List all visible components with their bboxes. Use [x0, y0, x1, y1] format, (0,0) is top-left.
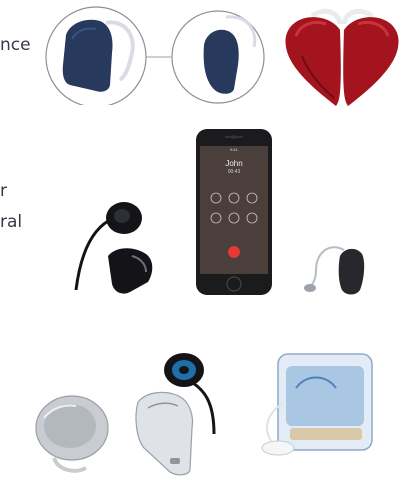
hearing-aid-comparison	[36, 5, 266, 105]
caller-name: John	[225, 159, 243, 168]
clear-implant-disc	[24, 388, 122, 478]
smartphone: John 00:43 9:41	[195, 128, 273, 296]
row1-caption-fragment: nce	[0, 35, 31, 55]
call-timer: 00:43	[227, 169, 241, 175]
cochlear-sound-processor	[70, 198, 158, 298]
storage-case-with-charger	[256, 344, 378, 462]
row2-caption-fragment-b: ral	[0, 212, 23, 232]
ric-hearing-aid	[300, 240, 370, 300]
status-bar-time: 9:41	[230, 147, 238, 152]
red-heart-hearing-aids	[282, 6, 402, 112]
row2-caption-fragment-a: r	[0, 181, 7, 201]
translucent-sound-processor	[130, 344, 242, 478]
